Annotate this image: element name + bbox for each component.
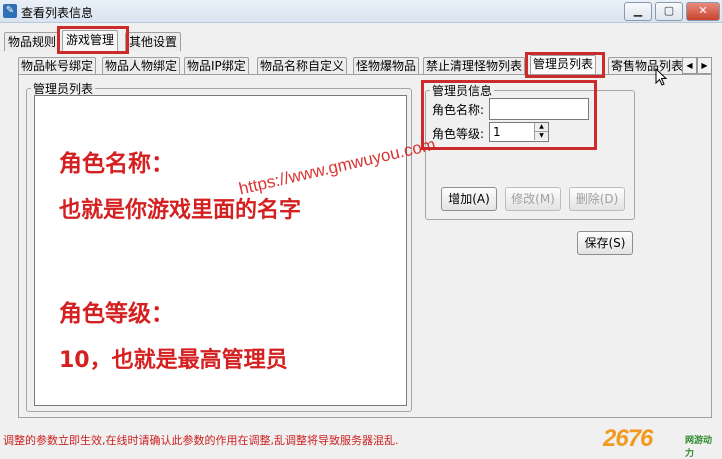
- sub-tab-bar: 物品帐号绑定 物品人物绑定 物品IP绑定 物品名称自定义 怪物爆物品 禁止清理怪…: [18, 55, 718, 75]
- tab-consignment-list[interactable]: 寄售物品列表: [608, 57, 686, 74]
- role-level-label: 角色等级:: [432, 127, 485, 141]
- annotation-line-2: 也就是你游戏里面的名字: [59, 198, 302, 223]
- minimize-button[interactable]: ▁: [624, 2, 652, 21]
- logo-tagline: 网游动力: [685, 436, 713, 459]
- site-logo: 2676 网游动力: [603, 425, 719, 459]
- delete-button[interactable]: 删除(D): [569, 187, 625, 211]
- tab-no-clean-monster-list[interactable]: 禁止清理怪物列表: [423, 57, 526, 74]
- role-level-stepper[interactable]: 1 ▲ ▼: [489, 122, 549, 142]
- maximize-button[interactable]: ▢: [655, 2, 683, 21]
- tab-scroll-left-button[interactable]: ◀: [682, 57, 697, 74]
- tab-scroll-right-button[interactable]: ▶: [697, 57, 712, 74]
- admin-info-title: 管理员信息: [432, 84, 493, 98]
- status-message: 调整的参数立即生效,在线时请确认此参数的作用在调整,乱调整将导致服务器混乱.: [3, 434, 399, 447]
- spin-down-icon[interactable]: ▼: [534, 132, 548, 140]
- save-button[interactable]: 保存(S): [577, 231, 633, 255]
- tab-admin-list[interactable]: 管理员列表: [530, 55, 597, 74]
- role-level-value: 1: [493, 125, 501, 139]
- annotation-line-4: 10，也就是最高管理员: [59, 348, 288, 373]
- tab-other-settings[interactable]: 其他设置: [125, 32, 182, 51]
- admin-list-box[interactable]: 角色名称： 也就是你游戏里面的名字 角色等级： 10，也就是最高管理员: [34, 95, 407, 406]
- add-button[interactable]: 增加(A): [441, 187, 497, 211]
- tab-item-account-binding[interactable]: 物品帐号绑定: [18, 57, 97, 74]
- role-name-label: 角色名称:: [432, 103, 485, 117]
- title-bar: ✎ 查看列表信息 ▁ ▢ ✕: [0, 0, 722, 23]
- tab-item-ip-binding[interactable]: 物品IP绑定: [184, 57, 249, 74]
- edit-button[interactable]: 修改(M): [505, 187, 561, 211]
- main-tab-bar: 物品规则 游戏管理 其他设置: [0, 30, 722, 52]
- window-title: 查看列表信息: [21, 6, 94, 20]
- close-button[interactable]: ✕: [686, 2, 720, 21]
- annotation-line-3: 角色等级：: [59, 301, 174, 327]
- role-name-input[interactable]: [489, 98, 589, 120]
- logo-number: 2676: [603, 425, 653, 452]
- tab-item-character-binding[interactable]: 物品人物绑定: [102, 57, 181, 74]
- app-icon: ✎: [3, 4, 17, 18]
- tab-monster-drops[interactable]: 怪物爆物品: [353, 57, 420, 74]
- spin-up-icon[interactable]: ▲: [534, 123, 548, 132]
- tab-game-management[interactable]: 游戏管理: [62, 30, 119, 51]
- tab-item-name-custom[interactable]: 物品名称自定义: [257, 57, 348, 74]
- tab-item-rules[interactable]: 物品规则: [4, 32, 61, 51]
- annotation-line-1: 角色名称：: [59, 151, 174, 177]
- mouse-cursor-icon: [655, 68, 667, 86]
